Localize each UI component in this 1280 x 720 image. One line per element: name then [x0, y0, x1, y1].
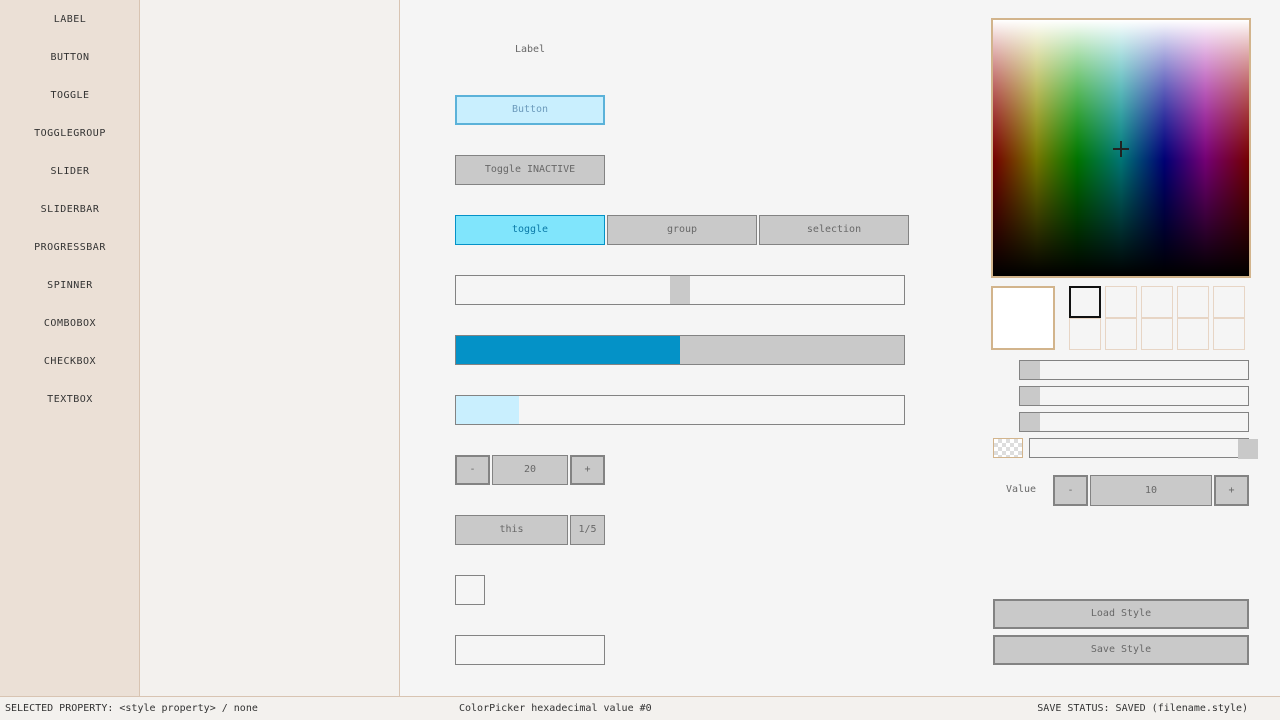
sidebar-item-combobox[interactable]: COMBOBOX [0, 314, 140, 334]
color-swatch[interactable] [1069, 318, 1101, 350]
blue-channel-slider[interactable] [1019, 412, 1249, 432]
sidebar-item-textbox[interactable]: TEXTBOX [0, 390, 140, 410]
preview-toggle[interactable]: Toggle INACTIVE [455, 155, 605, 185]
colorpicker-hex-status: ColorPicker hexadecimal value #0 [459, 703, 652, 714]
save-style-button[interactable]: Save Style [993, 635, 1249, 665]
spinner-increment-button[interactable]: + [570, 455, 605, 485]
sidebar-item-slider[interactable]: SLIDER [0, 162, 140, 182]
slider-thumb[interactable] [1020, 413, 1040, 431]
slider-thumb[interactable] [1238, 439, 1258, 459]
preview-textbox[interactable] [455, 635, 605, 665]
status-bar: SELECTED PROPERTY: <style property> / no… [0, 696, 1280, 720]
spinner-value-field[interactable]: 20 [492, 455, 568, 485]
sidebar-item-toggle[interactable]: TOGGLE [0, 86, 140, 106]
slider-thumb[interactable] [670, 276, 690, 304]
alpha-slider[interactable] [1029, 438, 1258, 459]
value-field[interactable]: 10 [1090, 475, 1212, 506]
green-channel-slider[interactable] [1019, 386, 1249, 406]
value-label: Value [1005, 484, 1037, 495]
sidebar-item-togglegroup[interactable]: TOGGLEGROUP [0, 124, 140, 144]
toggle-group-item-group[interactable]: group [607, 215, 757, 245]
color-swatch[interactable] [1141, 286, 1173, 318]
load-style-button[interactable]: Load Style [993, 599, 1249, 629]
sidebar-item-sliderbar[interactable]: SLIDERBAR [0, 200, 140, 220]
toggle-group-item-selection[interactable]: selection [759, 215, 909, 245]
save-status: SAVE STATUS: SAVED (filename.style) [1037, 703, 1248, 714]
color-swatch[interactable] [1213, 318, 1245, 350]
red-channel-slider[interactable] [1019, 360, 1249, 380]
progressbar-fill [456, 396, 519, 424]
combobox-selected[interactable]: this [455, 515, 568, 545]
control-list-sidebar: LABEL BUTTON TOGGLE TOGGLEGROUP SLIDER S… [0, 0, 140, 696]
sidebar-item-label[interactable]: LABEL [0, 10, 140, 30]
alpha-preview [993, 438, 1023, 458]
preview-progressbar [455, 395, 905, 425]
sidebar-item-checkbox[interactable]: CHECKBOX [0, 352, 140, 372]
spinner-decrement-button[interactable]: - [455, 455, 490, 485]
slider-thumb[interactable] [1020, 361, 1040, 379]
color-swatch[interactable] [1141, 318, 1173, 350]
preview-button[interactable]: Button [455, 95, 605, 125]
sidebar-item-button[interactable]: BUTTON [0, 48, 140, 68]
color-swatch[interactable] [1177, 286, 1209, 318]
sidebar-item-progressbar[interactable]: PROGRESSBAR [0, 238, 140, 258]
color-picker[interactable] [991, 18, 1251, 278]
selected-color-preview [991, 286, 1055, 350]
property-list-panel[interactable] [140, 0, 400, 696]
preview-sliderbar[interactable] [455, 335, 905, 365]
crosshair-icon[interactable] [1113, 141, 1129, 157]
slider-thumb[interactable] [1020, 387, 1040, 405]
preview-slider[interactable] [455, 275, 905, 305]
sliderbar-fill [456, 336, 680, 364]
sidebar-item-spinner[interactable]: SPINNER [0, 276, 140, 296]
color-swatch[interactable] [1213, 286, 1245, 318]
color-swatch[interactable] [1177, 318, 1209, 350]
value-increment-button[interactable]: + [1214, 475, 1249, 506]
value-decrement-button[interactable]: - [1053, 475, 1088, 506]
color-swatch[interactable] [1105, 286, 1137, 318]
toggle-group-item-toggle[interactable]: toggle [455, 215, 605, 245]
color-swatch[interactable] [1069, 286, 1101, 318]
selected-property-status: SELECTED PROPERTY: <style property> / no… [5, 703, 258, 714]
preview-label: Label [514, 44, 546, 55]
combobox-counter-button[interactable]: 1/5 [570, 515, 605, 545]
preview-checkbox[interactable] [455, 575, 485, 605]
color-swatch[interactable] [1105, 318, 1137, 350]
